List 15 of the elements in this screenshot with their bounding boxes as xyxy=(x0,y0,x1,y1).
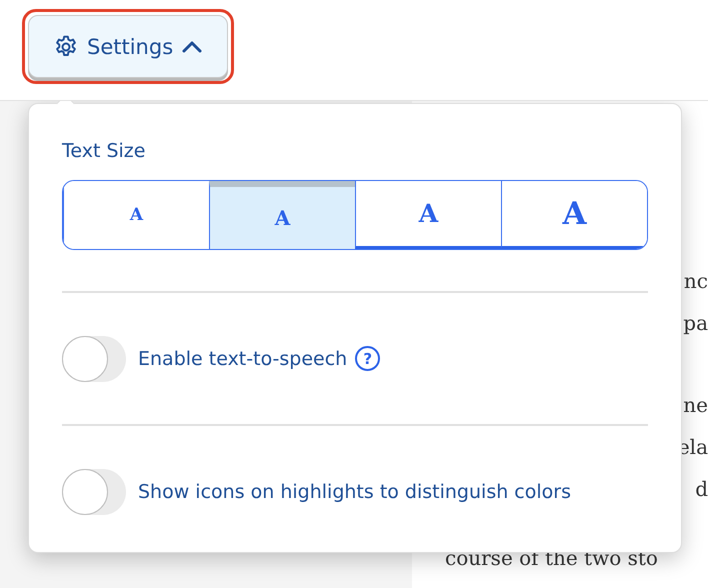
article-text: ne xyxy=(683,393,708,418)
caret-icon xyxy=(181,40,204,54)
toggle-switch[interactable] xyxy=(62,336,126,382)
toggle-label: Enable text-to-speech xyxy=(138,348,348,370)
help-icon[interactable]: ? xyxy=(355,346,380,371)
settings-button[interactable]: Settings xyxy=(28,15,228,78)
article-text: d xyxy=(695,476,708,501)
article-text: pa xyxy=(683,310,708,335)
toggle-switch[interactable] xyxy=(62,468,126,514)
text-size-option[interactable]: A xyxy=(209,181,355,249)
article-text: nc xyxy=(684,269,708,293)
text-size-option[interactable]: A xyxy=(355,181,501,249)
panel-title: Text Size xyxy=(62,140,146,162)
toggle-label: Show icons on highlights to distinguish colors xyxy=(138,480,571,502)
text-size-option[interactable]: A xyxy=(501,181,647,249)
